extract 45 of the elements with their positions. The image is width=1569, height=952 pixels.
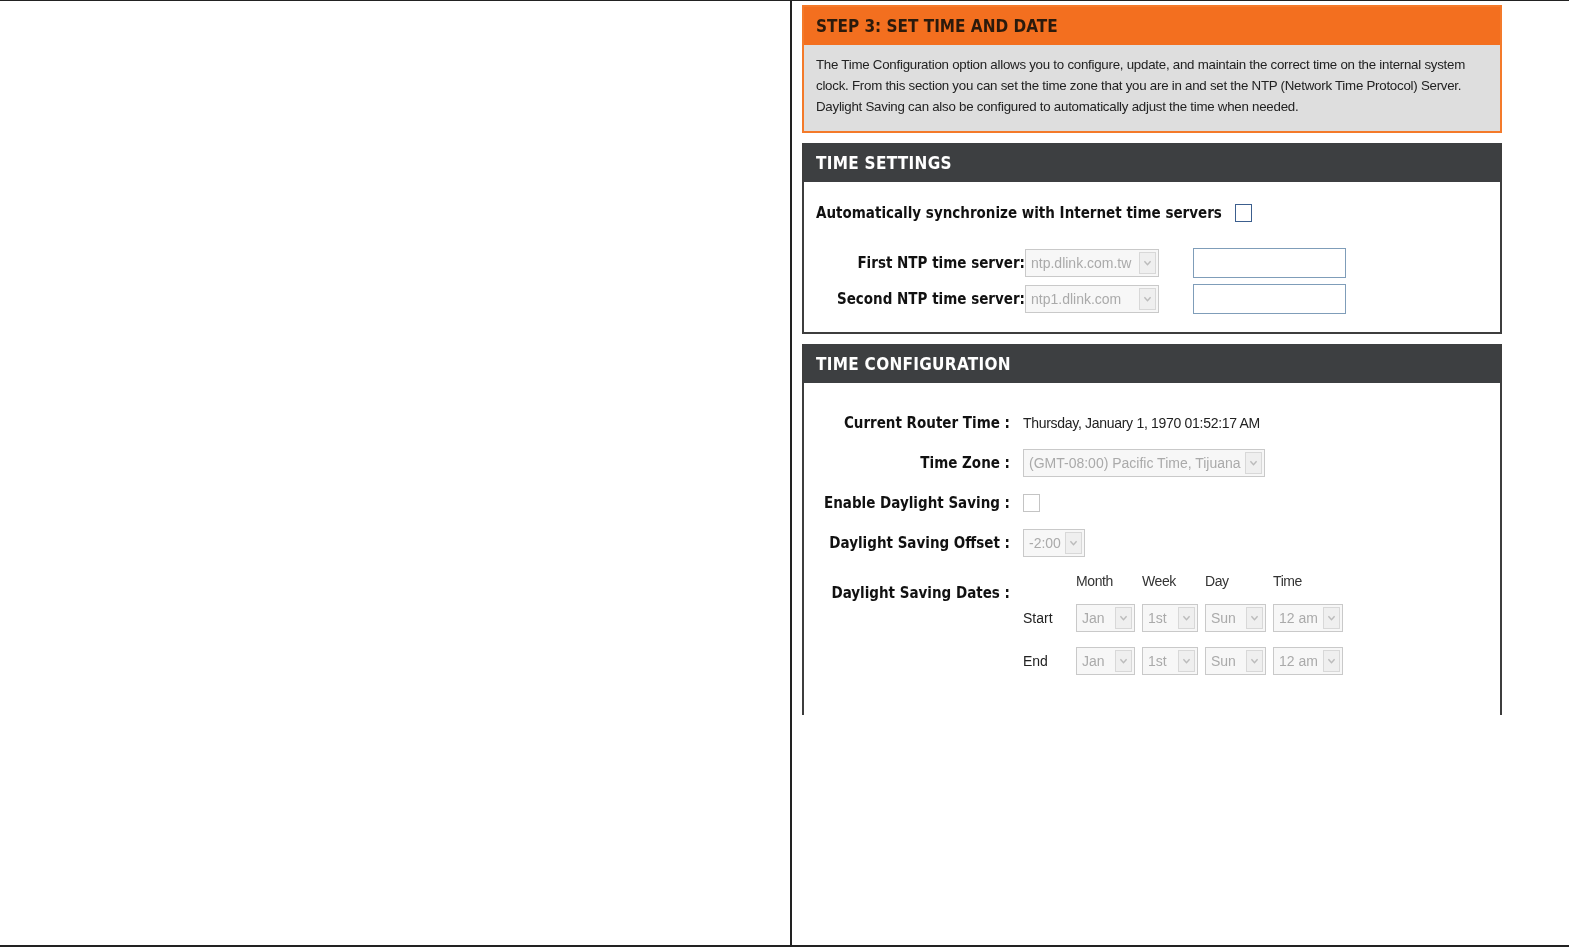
column-header: Time: [1273, 573, 1303, 589]
caret-icon: [1115, 650, 1132, 672]
row-label: Start: [1023, 610, 1054, 626]
caret-icon: [1244, 452, 1262, 474]
dropdown-value: 1st: [1148, 653, 1167, 669]
column-header: Month: [1076, 573, 1114, 589]
dropdown-value: ntp.dlink.com.tw: [1031, 255, 1132, 271]
checkbox-label: Automatically synchronize with Internet time servers: [816, 204, 1222, 222]
caret-icon: [1178, 650, 1195, 672]
dropdown-value: (GMT-08:00) Pacific Time, Tijuana: [1029, 455, 1241, 471]
field-label: Current Router Time :: [842, 413, 1010, 434]
field-label: Daylight Saving Dates :: [830, 583, 1010, 604]
field-label: Enable Daylight Saving :: [823, 493, 1010, 514]
checkbox[interactable]: [1234, 204, 1252, 222]
current-time-value: Thursday, January 1, 1970 01:52:17 AM: [1023, 414, 1261, 433]
field-label: Daylight Saving Offset :: [828, 533, 1010, 554]
caret-icon: [1178, 607, 1195, 629]
dropdown-value: 12 am: [1279, 653, 1318, 669]
step-description: The Time Configuration option allows you to configure, update, and maintain the correct time on the internal system clock. From this section you can set the time zone that you are in and set the NTP (Network Time Protocol) Server. Daylight Saving can also be configured to automatically adjust the time when needed.: [815, 56, 1467, 116]
dropdown-value: 12 am: [1279, 610, 1318, 626]
caret-icon: [1323, 607, 1340, 629]
field-label: First NTP time server:: [856, 254, 1025, 272]
caret-icon: [1139, 288, 1156, 310]
dropdown-value: 1st: [1148, 610, 1167, 626]
field-label: Time Zone :: [919, 453, 1010, 474]
checkbox[interactable]: [1023, 494, 1040, 512]
step-title: STEP 3: SET TIME AND DATE: [804, 7, 1500, 45]
caret-icon: [1139, 252, 1156, 274]
caret-icon: [1323, 650, 1340, 672]
dropdown-value: Sun: [1211, 610, 1236, 626]
dropdown-value: -2:00: [1029, 535, 1061, 551]
caret-icon: [1246, 650, 1263, 672]
caret-icon: [1246, 607, 1263, 629]
column-header: Week: [1142, 573, 1177, 589]
dropdown-value: Jan: [1082, 610, 1105, 626]
dropdown-value: ntp1.dlink.com: [1031, 291, 1122, 307]
column-header: Day: [1205, 573, 1230, 589]
dropdown-value: Sun: [1211, 653, 1236, 669]
caret-icon: [1115, 607, 1132, 629]
row-label: End: [1023, 653, 1049, 669]
field-label: Second NTP time server:: [835, 290, 1025, 308]
section-header: TIME SETTINGS: [804, 143, 1500, 182]
section-header: TIME CONFIGURATION: [804, 344, 1500, 383]
caret-icon: [1064, 532, 1082, 554]
dropdown-value: Jan: [1082, 653, 1105, 669]
